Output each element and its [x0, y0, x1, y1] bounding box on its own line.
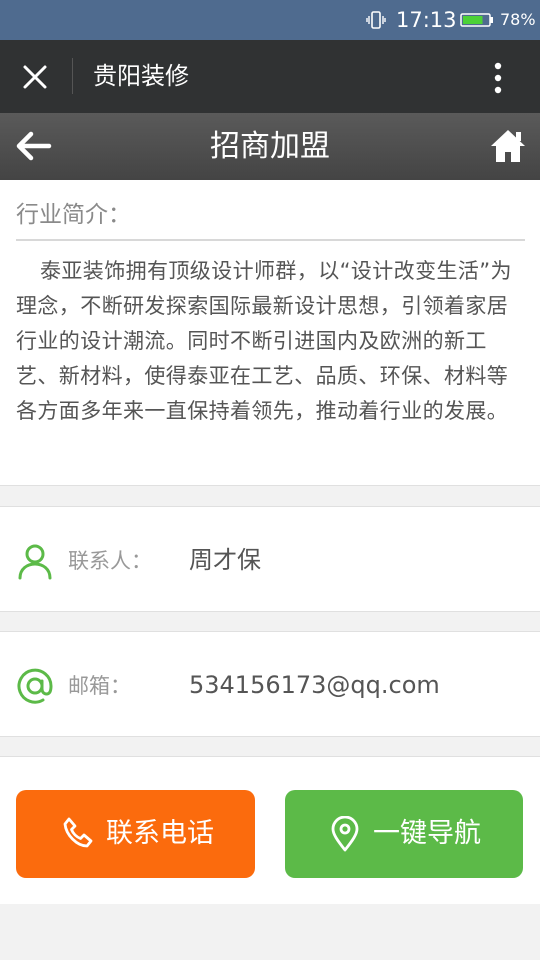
- email-row: 邮箱： 534156173@qq.com: [0, 631, 540, 737]
- status-bar: 17:13 78%: [0, 0, 540, 40]
- contact-name: 周才保: [189, 546, 261, 574]
- battery-percent: 78%: [500, 10, 536, 29]
- intro-label: 行业简介：: [16, 202, 131, 228]
- intro-card: 行业简介： 泰亚装饰拥有顶级设计师群，以“设计改变生活”为理念，不断研发探索国际…: [0, 180, 540, 486]
- email-value[interactable]: 534156173@qq.com: [189, 669, 440, 701]
- call-button[interactable]: 联系电话: [16, 790, 255, 878]
- divider: [16, 239, 525, 241]
- more-vertical-icon[interactable]: [486, 60, 510, 96]
- navigate-button[interactable]: 一键导航: [285, 790, 523, 878]
- call-button-label: 联系电话: [106, 818, 214, 849]
- home-icon[interactable]: [489, 127, 527, 165]
- at-icon: [17, 668, 53, 704]
- person-icon: [18, 544, 52, 580]
- status-time: 17:13: [396, 8, 457, 32]
- page-header: 招商加盟: [0, 113, 540, 180]
- location-pin-icon: [331, 816, 359, 852]
- battery-icon: [460, 13, 493, 27]
- app-bar: 贵阳装修: [0, 40, 540, 113]
- phone-icon: [63, 817, 93, 848]
- email-label: 邮箱：: [68, 674, 131, 698]
- contact-label: 联系人：: [68, 549, 152, 573]
- close-icon[interactable]: [22, 64, 48, 90]
- action-bar: 联系电话 一键导航: [0, 756, 540, 904]
- page-title: 招商加盟: [210, 129, 330, 164]
- vibrate-icon: [366, 11, 386, 29]
- navigate-button-label: 一键导航: [373, 818, 481, 849]
- contact-row: 联系人： 周才保: [0, 506, 540, 612]
- divider: [72, 58, 73, 94]
- app-title: 贵阳装修: [93, 62, 189, 90]
- intro-text: 泰亚装饰拥有顶级设计师群，以“设计改变生活”为理念，不断研发探索国际最新设计思想…: [16, 259, 512, 423]
